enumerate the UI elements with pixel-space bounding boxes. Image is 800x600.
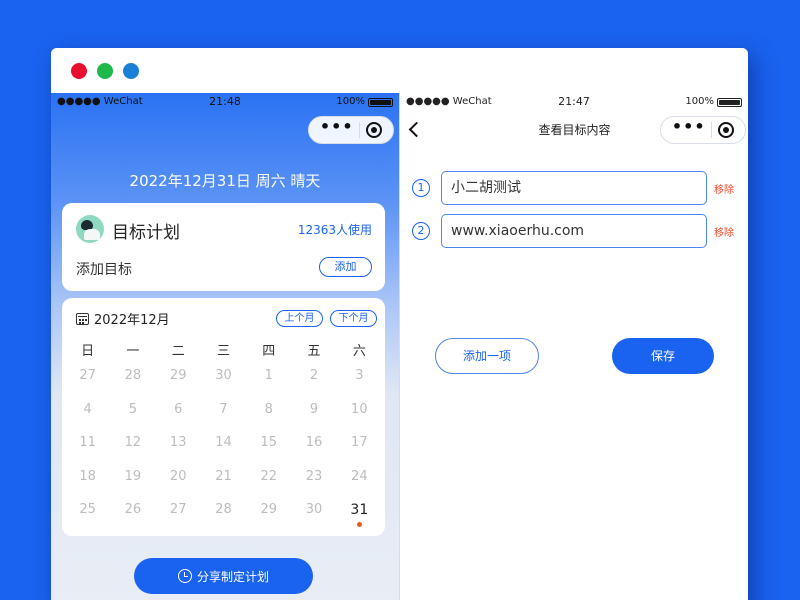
calendar-day[interactable]: 10 bbox=[337, 402, 382, 436]
weekday-header: 日 一 二 三 四 五 六 bbox=[62, 340, 385, 359]
clock-share-icon bbox=[177, 569, 192, 583]
share-plan-label: 分享制定计划 bbox=[196, 569, 269, 584]
weekday-label: 二 bbox=[171, 344, 185, 359]
capsule-divider bbox=[359, 122, 361, 138]
prev-month-button[interactable]: 上个月 bbox=[276, 310, 323, 327]
mini-program-capsule: ••• bbox=[660, 116, 746, 144]
next-month-button[interactable]: 下个月 bbox=[330, 310, 377, 327]
calendar-day[interactable]: 8 bbox=[246, 402, 291, 436]
today-marker-dot bbox=[356, 522, 362, 527]
close-mini-program-icon[interactable] bbox=[366, 122, 383, 138]
calendar-day[interactable]: 24 bbox=[337, 469, 382, 503]
calendar-week-row: 27 28 29 30 1 2 3 bbox=[65, 368, 382, 402]
app-window: ●●●●● WeChat 21:48 100% ••• 2022年12月31日 … bbox=[51, 48, 748, 600]
calendar-day[interactable]: 29 bbox=[246, 502, 291, 536]
calendar-day[interactable]: 30 bbox=[291, 502, 336, 536]
calendar-day[interactable]: 26 bbox=[110, 502, 155, 536]
goal-card-title: 目标计划 bbox=[112, 223, 180, 243]
calendar-day[interactable]: 23 bbox=[291, 469, 336, 503]
calendar-day[interactable]: 7 bbox=[201, 402, 246, 436]
goal-item-row: 2 www.xiaoerhu.com 移除 bbox=[412, 214, 742, 248]
more-icon[interactable]: ••• bbox=[672, 119, 706, 135]
calendar-day-today[interactable]: 31 bbox=[337, 502, 382, 536]
battery-icon bbox=[717, 98, 742, 107]
goal-item-input[interactable]: www.xiaoerhu.com bbox=[441, 214, 707, 248]
weekday-label: 一 bbox=[126, 344, 140, 359]
calendar-day[interactable]: 22 bbox=[246, 469, 291, 503]
app-logo-avatar bbox=[76, 215, 104, 243]
add-item-button[interactable]: 添加一项 bbox=[435, 338, 539, 374]
calendar-day[interactable]: 27 bbox=[65, 368, 110, 402]
capsule-divider bbox=[711, 122, 713, 138]
calendar-day[interactable]: 5 bbox=[110, 402, 155, 436]
status-bar: ●●●●● WeChat 21:48 100% bbox=[51, 93, 399, 111]
goal-content-screen: ●●●●● WeChat 21:47 100% 查看目标内容 ••• 1 小二胡… bbox=[399, 93, 748, 600]
minimize-window-button[interactable] bbox=[97, 63, 113, 79]
add-goal-label: 添加目标 bbox=[76, 262, 132, 278]
calendar-day[interactable]: 12 bbox=[110, 435, 155, 469]
close-mini-program-icon[interactable] bbox=[718, 122, 735, 138]
calendar-day[interactable]: 3 bbox=[337, 368, 382, 402]
date-weather: 2022年12月31日 周六 晴天 bbox=[129, 172, 321, 190]
calendar-day[interactable]: 29 bbox=[156, 368, 201, 402]
calendar-day[interactable]: 17 bbox=[337, 435, 382, 469]
calendar-day[interactable]: 19 bbox=[110, 469, 155, 503]
calendar-day[interactable]: 30 bbox=[201, 368, 246, 402]
goal-item-input[interactable]: 小二胡测试 bbox=[441, 171, 707, 205]
calendar-day[interactable]: 25 bbox=[65, 502, 110, 536]
calendar-week-row: 4 5 6 7 8 9 10 bbox=[65, 402, 382, 436]
maximize-window-button[interactable] bbox=[123, 63, 139, 79]
weekday-label: 五 bbox=[307, 344, 321, 359]
calendar-day[interactable]: 27 bbox=[156, 502, 201, 536]
calendar-day[interactable]: 14 bbox=[201, 435, 246, 469]
weekday-label: 三 bbox=[216, 344, 230, 359]
calendar-month-title: 2022年12月 bbox=[94, 313, 170, 328]
calendar-day[interactable]: 28 bbox=[201, 502, 246, 536]
goal-item-row: 1 小二胡测试 移除 bbox=[412, 171, 742, 205]
calendar-card: 2022年12月 上个月 下个月 日 一 二 三 四 五 六 27 28 29 30 1… bbox=[62, 298, 385, 536]
calendar-icon bbox=[76, 312, 89, 325]
remove-item-button[interactable]: 移除 bbox=[714, 224, 734, 239]
more-icon[interactable]: ••• bbox=[320, 119, 354, 135]
battery-percent: 100% bbox=[336, 96, 365, 107]
mini-program-capsule: ••• bbox=[308, 116, 394, 144]
weekday-label: 六 bbox=[352, 344, 366, 359]
calendar-grid: 27 28 29 30 1 2 3 4 5 6 7 8 9 10 11 12 13 14 15 16 17 18 19 20 2… bbox=[62, 368, 385, 536]
calendar-day[interactable]: 11 bbox=[65, 435, 110, 469]
calendar-day[interactable]: 21 bbox=[201, 469, 246, 503]
calendar-week-row: 25 26 27 28 29 30 31 bbox=[65, 502, 382, 536]
calendar-day[interactable]: 28 bbox=[110, 368, 155, 402]
calendar-day[interactable]: 6 bbox=[156, 402, 201, 436]
goal-plan-screen: ●●●●● WeChat 21:48 100% ••• 2022年12月31日 … bbox=[51, 93, 399, 600]
calendar-day[interactable]: 13 bbox=[156, 435, 201, 469]
calendar-day[interactable]: 4 bbox=[65, 402, 110, 436]
calendar-day[interactable]: 9 bbox=[291, 402, 336, 436]
user-count: 12363人使用 bbox=[297, 223, 372, 237]
battery-percent: 100% bbox=[685, 96, 714, 107]
item-number-badge: 2 bbox=[412, 222, 430, 240]
calendar-day[interactable]: 1 bbox=[246, 368, 291, 402]
remove-item-button[interactable]: 移除 bbox=[714, 181, 734, 196]
calendar-day[interactable]: 15 bbox=[246, 435, 291, 469]
save-button[interactable]: 保存 bbox=[612, 338, 714, 374]
battery-icon bbox=[368, 98, 393, 107]
add-goal-button[interactable]: 添加 bbox=[319, 257, 372, 277]
calendar-week-row: 11 12 13 14 15 16 17 bbox=[65, 435, 382, 469]
weekday-label: 四 bbox=[262, 344, 276, 359]
calendar-day[interactable]: 18 bbox=[65, 469, 110, 503]
calendar-day[interactable]: 20 bbox=[156, 469, 201, 503]
window-titlebar bbox=[51, 48, 748, 93]
goal-plan-card: 目标计划 12363人使用 添加目标 添加 bbox=[62, 203, 385, 291]
status-bar: ●●●●● WeChat 21:47 100% bbox=[400, 93, 748, 111]
calendar-header: 2022年12月 bbox=[76, 309, 170, 328]
item-number-badge: 1 bbox=[412, 179, 430, 197]
calendar-day[interactable]: 2 bbox=[291, 368, 336, 402]
share-plan-button[interactable]: 分享制定计划 bbox=[134, 558, 313, 594]
weekday-label: 日 bbox=[81, 344, 95, 359]
calendar-week-row: 18 19 20 21 22 23 24 bbox=[65, 469, 382, 503]
close-window-button[interactable] bbox=[71, 63, 87, 79]
calendar-day[interactable]: 16 bbox=[291, 435, 336, 469]
